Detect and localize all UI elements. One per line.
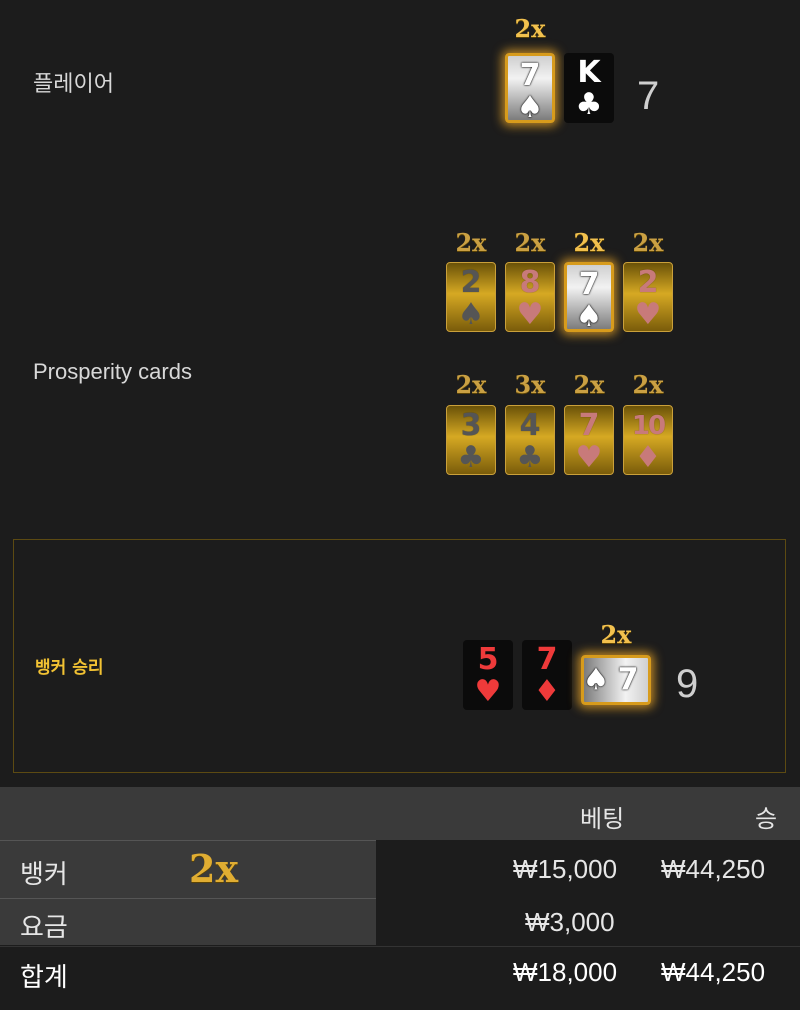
win-column-header: 승	[755, 806, 778, 833]
table-row-banker: 뱅커 2x ₩15,000 ₩44,250	[0, 840, 800, 898]
diamond-icon: ♦	[634, 440, 662, 475]
row-bet: ₩15,000	[513, 854, 618, 884]
spade-icon: ♠	[457, 297, 485, 332]
banker-total: 9	[676, 662, 699, 706]
card-rank: 3	[460, 408, 482, 443]
spade-icon: ♠	[582, 662, 610, 697]
banker-multiplier-badge: 2x	[189, 846, 239, 891]
prosperity-r1-c4-multiplier: 2x	[632, 228, 664, 257]
card-rank: 7	[536, 642, 558, 677]
row-label: 합계	[20, 962, 68, 992]
club-icon: ♣	[457, 440, 485, 475]
bet-column-header: 베팅	[580, 806, 625, 833]
row-label: 뱅커	[20, 859, 68, 889]
card-rank: 8	[519, 265, 541, 300]
row-bet: ₩3,000	[525, 907, 615, 937]
spade-icon: ♠	[575, 299, 603, 334]
heart-icon: ♥	[474, 674, 502, 709]
prosperity-card-r1-c1: 2 ♠	[446, 262, 496, 332]
prosperity-r2-c2-multiplier: 3x	[514, 370, 546, 399]
prosperity-card-r1-c2: 8 ♥	[505, 262, 555, 332]
row-win: ₩44,250	[661, 957, 766, 987]
player-card-1: 7 ♠	[505, 53, 555, 123]
prosperity-card-r2-c3: 7 ♥	[564, 405, 614, 475]
bet-table-header: 베팅 승	[0, 787, 800, 840]
prosperity-label: Prosperity cards	[33, 359, 192, 384]
prosperity-card-r1-c3: 7 ♠	[564, 262, 614, 332]
card-rank: 2	[637, 265, 659, 300]
banker-winner-panel	[13, 539, 786, 773]
prosperity-r1-c1-multiplier: 2x	[455, 228, 487, 257]
row-bet: ₩18,000	[513, 957, 618, 987]
row-win: ₩44,250	[661, 854, 766, 884]
prosperity-r2-c1-multiplier: 2x	[455, 370, 487, 399]
prosperity-card-r2-c4: 10 ♦	[623, 405, 673, 475]
card-rank: 5	[477, 642, 499, 677]
heart-icon: ♥	[516, 297, 544, 332]
card-rank: 7	[617, 662, 639, 697]
card-rank: 4	[519, 408, 541, 443]
spade-icon: ♠	[516, 90, 544, 125]
player-total: 7	[637, 74, 660, 118]
club-icon: ♣	[516, 440, 544, 475]
banker-win-label: 뱅커 승리	[35, 658, 104, 678]
card-rank: 7	[578, 408, 600, 443]
heart-icon: ♥	[634, 297, 662, 332]
card-rank: 10	[631, 411, 666, 441]
prosperity-card-r2-c2: 4 ♣	[505, 405, 555, 475]
banker-card-2: 7 ♦	[522, 640, 572, 710]
prosperity-r1-c2-multiplier: 2x	[514, 228, 546, 257]
banker-card-1: 5 ♥	[463, 640, 513, 710]
prosperity-r2-c4-multiplier: 2x	[632, 370, 664, 399]
player-card-2: K ♣	[564, 53, 614, 123]
prosperity-card-r1-c4: 2 ♥	[623, 262, 673, 332]
prosperity-r2-c3-multiplier: 2x	[573, 370, 605, 399]
player-label: 플레이어	[33, 71, 114, 96]
table-row-total: 합계 ₩18,000 ₩44,250	[0, 946, 800, 1010]
card-rank: 7	[578, 267, 600, 302]
diamond-icon: ♦	[533, 674, 561, 709]
card-rank: 2	[460, 265, 482, 300]
prosperity-r1-c3-multiplier: 2x	[573, 228, 605, 257]
player-card-1-multiplier: 2x	[514, 14, 546, 43]
prosperity-card-r2-c1: 3 ♣	[446, 405, 496, 475]
club-icon: ♣	[575, 87, 603, 122]
banker-card-3: 7 ♠	[581, 655, 651, 705]
banker-card-3-multiplier: 2x	[600, 620, 632, 649]
row-label: 요금	[20, 912, 68, 942]
heart-icon: ♥	[575, 440, 603, 475]
table-row-fee: 요금 ₩3,000	[0, 898, 800, 945]
card-rank: K	[577, 55, 601, 90]
card-rank: 7	[519, 58, 541, 93]
